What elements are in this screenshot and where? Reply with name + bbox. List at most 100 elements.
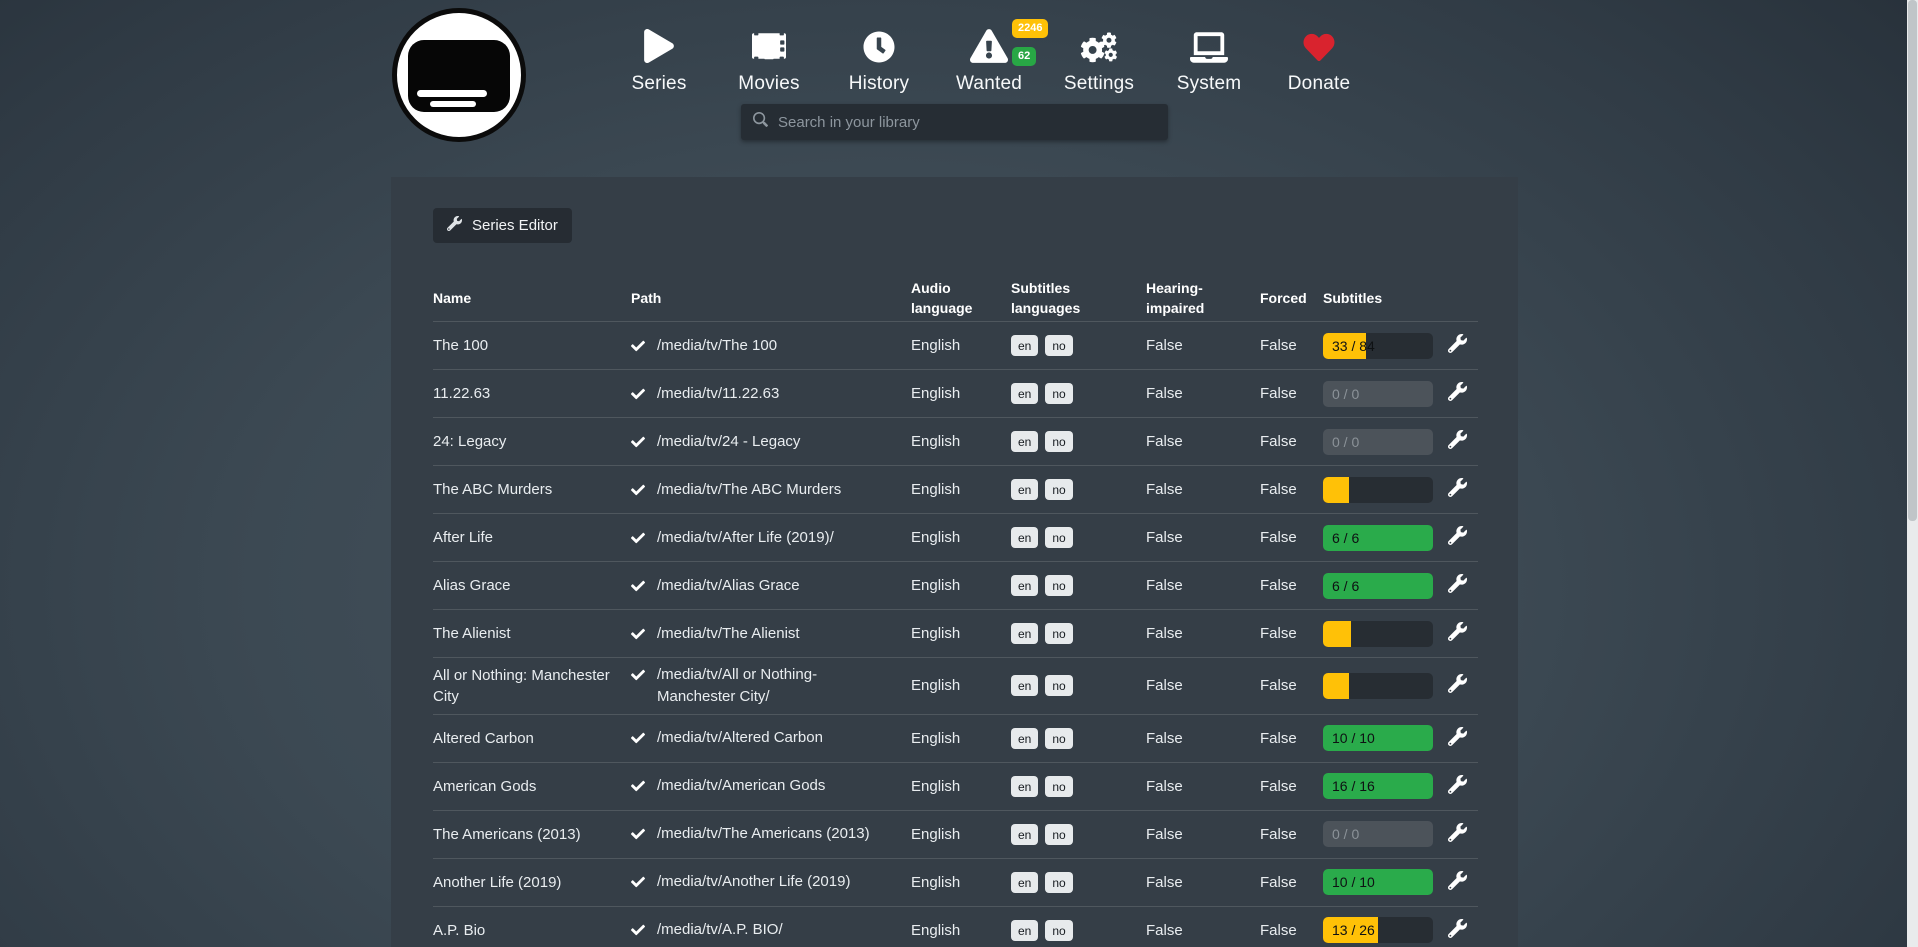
check-icon — [631, 826, 645, 848]
edit-series-button[interactable] — [1448, 622, 1481, 645]
edit-series-button[interactable] — [1448, 430, 1481, 453]
series-path-cell: /media/tv/The 100 — [631, 335, 911, 357]
forced-value: False — [1260, 481, 1323, 498]
subtitle-languages: enno — [1011, 383, 1146, 404]
subtitles-progress — [1323, 621, 1433, 647]
nav-item-history[interactable]: History — [824, 26, 934, 95]
library-search — [741, 104, 1168, 140]
audio-language: English — [911, 922, 1011, 939]
series-name[interactable]: The 100 — [433, 335, 631, 356]
language-badge: en — [1011, 872, 1038, 893]
language-badge: no — [1045, 728, 1072, 749]
page-background: Series Movies History Wanted 2246 62 — [0, 0, 1918, 947]
warning-triangle-icon — [970, 29, 1008, 68]
search-input[interactable] — [778, 114, 1156, 131]
nav-item-donate[interactable]: Donate — [1264, 26, 1374, 95]
series-name[interactable]: Altered Carbon — [433, 728, 631, 749]
hearing-impaired-value: False — [1146, 529, 1260, 546]
nav-item-wanted[interactable]: Wanted 2246 62 — [934, 26, 1044, 95]
edit-series-button[interactable] — [1448, 478, 1481, 501]
series-name[interactable]: A.P. Bio — [433, 920, 631, 941]
wrench-icon — [1448, 727, 1467, 750]
audio-language: English — [911, 481, 1011, 498]
language-badge: no — [1045, 675, 1072, 696]
laptop-icon — [1190, 32, 1228, 68]
audio-language: English — [911, 778, 1011, 795]
subtitles-progress-label: 0 / 0 — [1332, 821, 1359, 847]
subtitles-progress-label: 10 / 10 — [1332, 869, 1375, 895]
header-name: Name — [433, 288, 631, 308]
series-name[interactable]: All or Nothing: Manchester City — [433, 665, 631, 707]
nav-item-system[interactable]: System — [1154, 26, 1264, 95]
series-path: /media/tv/11.22.63 — [657, 385, 779, 402]
nav-item-series[interactable]: Series — [604, 26, 714, 95]
series-path: /media/tv/After Life (2019)/ — [657, 529, 834, 546]
wrench-icon — [1448, 526, 1467, 549]
nav-label: Settings — [1044, 73, 1154, 95]
audio-language: English — [911, 730, 1011, 747]
page-scrollbar[interactable] — [1907, 0, 1918, 947]
series-path: /media/tv/Altered Carbon — [657, 729, 823, 746]
wrench-icon — [1448, 382, 1467, 405]
hearing-impaired-value: False — [1146, 385, 1260, 402]
series-name[interactable]: After Life — [433, 527, 631, 548]
series-name[interactable]: American Gods — [433, 776, 631, 797]
language-badge: no — [1045, 431, 1072, 452]
main-nav: Series Movies History Wanted 2246 62 — [604, 26, 1374, 95]
subtitle-languages: enno — [1011, 431, 1146, 452]
language-badge: no — [1045, 872, 1072, 893]
series-path-cell: /media/tv/The ABC Murders — [631, 479, 911, 501]
logo-subtitle-line — [430, 101, 476, 107]
edit-series-button[interactable] — [1448, 526, 1481, 549]
edit-series-button[interactable] — [1448, 727, 1481, 750]
scrollbar-thumb[interactable] — [1908, 0, 1917, 521]
series-name[interactable]: Another Life (2019) — [433, 872, 631, 893]
subtitles-progress-label: 6 / 6 — [1332, 525, 1359, 551]
language-badge: en — [1011, 575, 1038, 596]
subtitle-languages: enno — [1011, 824, 1146, 845]
series-path-cell: /media/tv/American Gods — [631, 775, 911, 797]
bazarr-logo[interactable] — [392, 8, 526, 142]
table-row: The ABC Murders /media/tv/The ABC Murder… — [433, 465, 1478, 513]
series-name[interactable]: The Alienist — [433, 623, 631, 644]
nav-item-movies[interactable]: Movies — [714, 26, 824, 95]
edit-series-button[interactable] — [1448, 775, 1481, 798]
hearing-impaired-value: False — [1146, 778, 1260, 795]
series-name[interactable]: 24: Legacy — [433, 431, 631, 452]
edit-series-button[interactable] — [1448, 823, 1481, 846]
subtitle-languages: enno — [1011, 728, 1146, 749]
header-audio-language: Audio language — [911, 278, 1011, 319]
subtitles-progress: 10 / 10 — [1323, 725, 1433, 751]
hearing-impaired-value: False — [1146, 730, 1260, 747]
subtitle-languages: enno — [1011, 776, 1146, 797]
subtitles-progress: 0 / 0 — [1323, 381, 1433, 407]
language-badge: no — [1045, 383, 1072, 404]
check-icon — [631, 434, 645, 456]
subtitle-languages: enno — [1011, 479, 1146, 500]
subtitles-progress-label: 33 / 84 — [1332, 333, 1375, 359]
language-badge: no — [1045, 575, 1072, 596]
forced-value: False — [1260, 577, 1323, 594]
series-editor-button[interactable]: Series Editor — [433, 208, 572, 243]
series-name[interactable]: Alias Grace — [433, 575, 631, 596]
edit-series-button[interactable] — [1448, 334, 1481, 357]
series-name[interactable]: The Americans (2013) — [433, 824, 631, 845]
edit-series-button[interactable] — [1448, 574, 1481, 597]
edit-series-button[interactable] — [1448, 871, 1481, 894]
language-badge: no — [1045, 824, 1072, 845]
series-name[interactable]: The ABC Murders — [433, 479, 631, 500]
edit-series-button[interactable] — [1448, 919, 1481, 942]
table-row: 11.22.63 /media/tv/11.22.63 English enno… — [433, 369, 1478, 417]
table-row: All or Nothing: Manchester City /media/t… — [433, 657, 1478, 714]
table-body: The 100 /media/tv/The 100 English enno F… — [433, 321, 1478, 947]
series-path: /media/tv/The Americans (2013) — [657, 825, 870, 842]
edit-series-button[interactable] — [1448, 674, 1481, 697]
series-name[interactable]: 11.22.63 — [433, 383, 631, 404]
subtitle-languages: enno — [1011, 335, 1146, 356]
forced-value: False — [1260, 778, 1323, 795]
edit-series-button[interactable] — [1448, 382, 1481, 405]
table-row: Another Life (2019) /media/tv/Another Li… — [433, 858, 1478, 906]
table-row: American Gods /media/tv/American Gods En… — [433, 762, 1478, 810]
nav-item-settings[interactable]: Settings — [1044, 26, 1154, 95]
subtitles-progress: 16 / 16 — [1323, 773, 1433, 799]
